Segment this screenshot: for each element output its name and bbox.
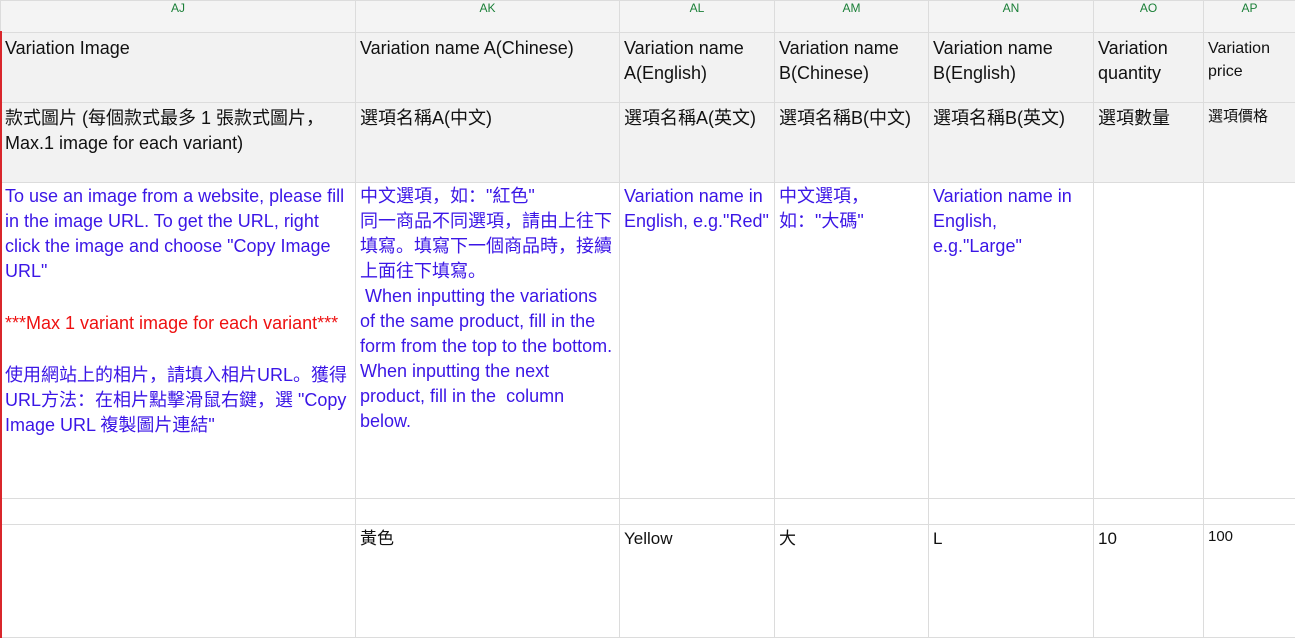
cell-text: 選項名稱B(中文) — [779, 108, 911, 128]
column-header-al[interactable]: AL — [619, 0, 775, 33]
cell-text: L — [933, 529, 943, 548]
cell-text: 中文選項，如："紅色" 同一商品不同選項，請由上往下填寫。填寫下一個商品時，接續… — [360, 186, 613, 431]
column-header-ap[interactable]: AP — [1203, 0, 1295, 33]
cell-am-description[interactable]: 中文選項，如："大碼" — [774, 182, 929, 499]
cell-text — [1095, 184, 1203, 185]
cell-ap-data[interactable]: 100 — [1203, 524, 1295, 638]
cell-text-warning: ***Max 1 variant image for each variant*… — [5, 313, 339, 333]
header-row-chinese: 款式圖片 (每個款式最多 1 張款式圖片， Max.1 image for ea… — [0, 102, 1295, 183]
data-row: 黃色 Yellow 大 L 10 100 — [0, 524, 1295, 638]
cell-text: 款式圖片 (每個款式最多 1 張款式圖片， Max.1 image for ea… — [5, 108, 330, 153]
cell-ap-header[interactable]: Variation price — [1203, 32, 1295, 103]
column-header-ak[interactable]: AK — [355, 0, 620, 33]
cell-text: Variation name A(Chinese) — [360, 38, 574, 58]
cell-ao-blank[interactable] — [1093, 498, 1204, 525]
cell-aj-blank[interactable] — [0, 498, 356, 525]
cell-text: 黃色 — [360, 529, 394, 548]
cell-ao-data[interactable]: 10 — [1093, 524, 1204, 638]
cell-aj-header[interactable]: Variation Image — [0, 32, 356, 103]
header-row-english: Variation Image Variation name A(Chinese… — [0, 32, 1295, 103]
selection-border — [0, 31, 2, 638]
cell-text — [2, 526, 355, 527]
cell-text — [1205, 184, 1295, 185]
cell-text: 選項名稱A(英文) — [624, 108, 756, 128]
cell-am-header[interactable]: Variation name B(Chinese) — [774, 32, 929, 103]
column-header-am[interactable]: AM — [774, 0, 929, 33]
cell-text: Variation name in English, e.g."Red" — [624, 186, 769, 231]
cell-ak-data[interactable]: 黃色 — [355, 524, 620, 638]
spreadsheet-grid: AJ AK AL AM AN AO AP Variation Image Var… — [0, 0, 1295, 638]
column-header-ao[interactable]: AO — [1093, 0, 1204, 33]
cell-ao-subheader[interactable]: 選項數量 — [1093, 102, 1204, 183]
cell-ao-header[interactable]: Variation quantity — [1093, 32, 1204, 103]
cell-ak-header[interactable]: Variation name A(Chinese) — [355, 32, 620, 103]
cell-ak-description[interactable]: 中文選項，如："紅色" 同一商品不同選項，請由上往下填寫。填寫下一個商品時，接續… — [355, 182, 620, 499]
cell-aj-data[interactable] — [0, 524, 356, 638]
cell-am-data[interactable]: 大 — [774, 524, 929, 638]
cell-text: Variation name in English, e.g."Large" — [933, 186, 1077, 256]
cell-text: Variation Image — [5, 38, 130, 58]
cell-aj-description[interactable]: To use an image from a website, please f… — [0, 182, 356, 499]
cell-ak-subheader[interactable]: 選項名稱A(中文) — [355, 102, 620, 183]
cell-al-subheader[interactable]: 選項名稱A(英文) — [619, 102, 775, 183]
blank-row — [0, 498, 1295, 525]
cell-al-header[interactable]: Variation name A(English) — [619, 32, 775, 103]
cell-text: 選項價格 — [1208, 108, 1269, 125]
cell-ap-description[interactable] — [1203, 182, 1295, 499]
cell-text: 10 — [1098, 529, 1117, 548]
cell-al-data[interactable]: Yellow — [619, 524, 775, 638]
cell-spacer — [2, 284, 355, 310]
cell-ak-blank[interactable] — [355, 498, 620, 525]
cell-spacer — [2, 336, 355, 362]
cell-text: 選項數量 — [1098, 108, 1170, 128]
cell-text: 中文選項，如："大碼" — [779, 186, 869, 231]
cell-text: 大 — [779, 529, 796, 548]
column-header-aj[interactable]: AJ — [0, 0, 356, 33]
cell-text: To use an image from a website, please f… — [5, 186, 350, 281]
cell-an-subheader[interactable]: 選項名稱B(英文) — [928, 102, 1094, 183]
cell-text: Variation name B(English) — [933, 38, 1058, 83]
cell-al-description[interactable]: Variation name in English, e.g."Red" — [619, 182, 775, 499]
cell-text: Variation quantity — [1098, 38, 1173, 83]
cell-ap-subheader[interactable]: 選項價格 — [1203, 102, 1295, 183]
column-header-row: AJ AK AL AM AN AO AP — [0, 0, 1295, 33]
cell-text: 選項名稱A(中文) — [360, 108, 492, 128]
cell-al-blank[interactable] — [619, 498, 775, 525]
cell-text: 100 — [1208, 528, 1234, 545]
cell-an-description[interactable]: Variation name in English, e.g."Large" — [928, 182, 1094, 499]
cell-text: Yellow — [624, 529, 673, 548]
cell-text: Variation price — [1208, 40, 1275, 80]
cell-an-data[interactable]: L — [928, 524, 1094, 638]
cell-am-blank[interactable] — [774, 498, 929, 525]
cell-text: 選項名稱B(英文) — [933, 108, 1065, 128]
cell-am-subheader[interactable]: 選項名稱B(中文) — [774, 102, 929, 183]
cell-text: Variation name B(Chinese) — [779, 38, 904, 83]
cell-an-header[interactable]: Variation name B(English) — [928, 32, 1094, 103]
description-row: To use an image from a website, please f… — [0, 182, 1295, 499]
column-header-an[interactable]: AN — [928, 0, 1094, 33]
cell-text: 使用網站上的相片，請填入相片URL。獲得URL方法：在相片點擊滑鼠右鍵，選 "C… — [5, 365, 352, 435]
cell-an-blank[interactable] — [928, 498, 1094, 525]
cell-aj-subheader[interactable]: 款式圖片 (每個款式最多 1 張款式圖片， Max.1 image for ea… — [0, 102, 356, 183]
cell-ao-description[interactable] — [1093, 182, 1204, 499]
cell-ap-blank[interactable] — [1203, 498, 1295, 525]
cell-text: Variation name A(English) — [624, 38, 748, 83]
